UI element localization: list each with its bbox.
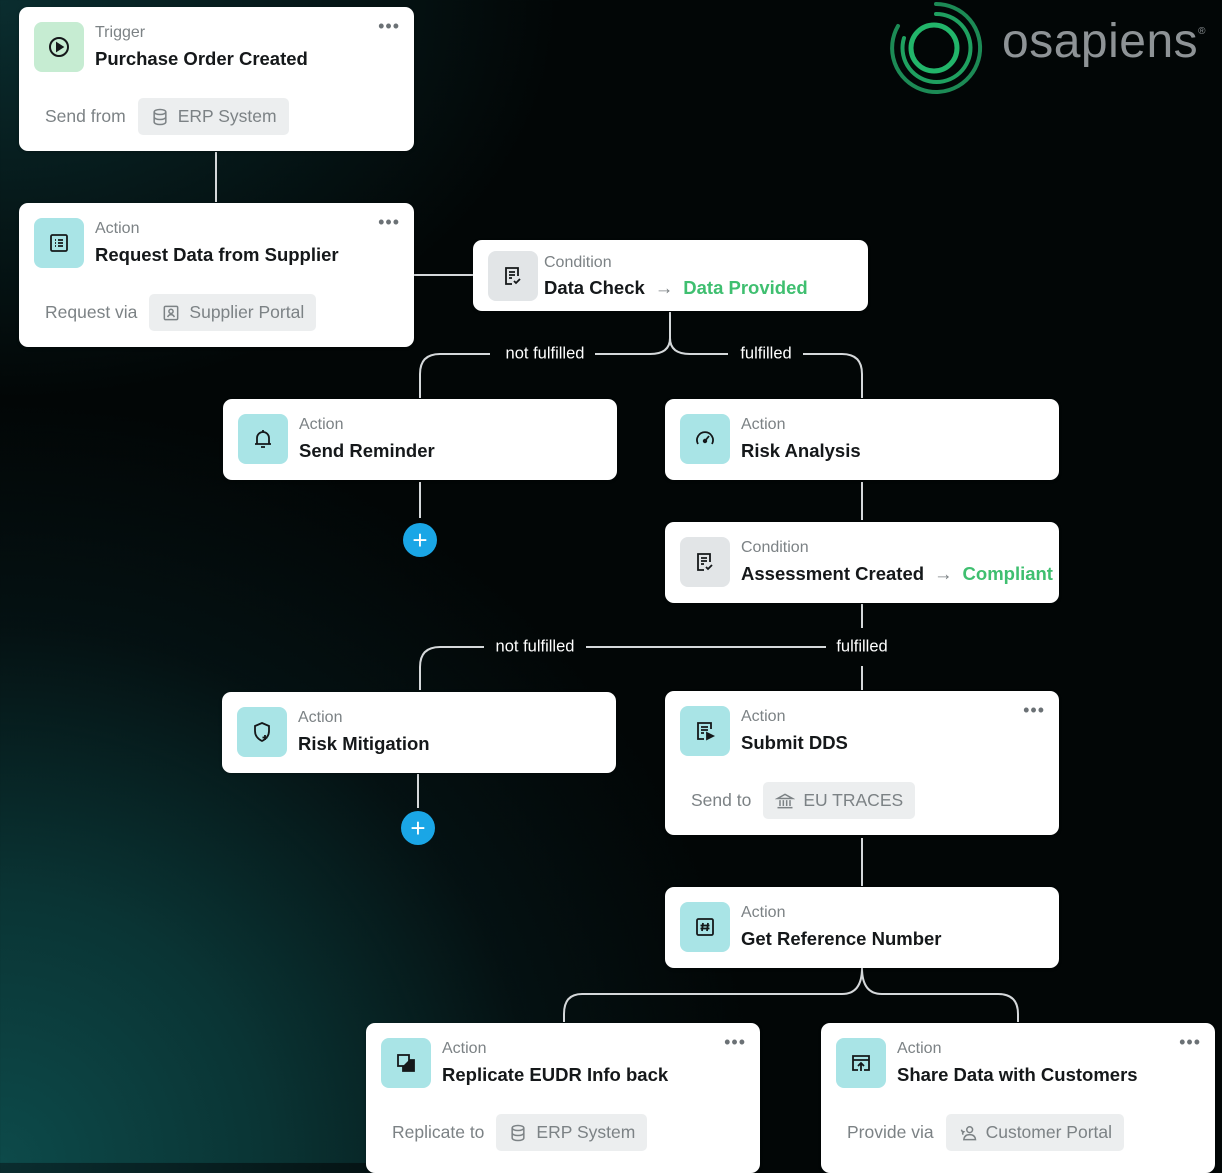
node-meta: Send to EU TRACES (691, 782, 916, 819)
node-title: Replicate EUDR Info back (442, 1064, 669, 1085)
node-title: Submit DDS (741, 732, 848, 753)
erp-system-pill[interactable]: ERP System (137, 98, 289, 135)
condition-outcome: Compliant (962, 563, 1053, 584)
node-kind: Action (741, 416, 786, 433)
erp-system-pill[interactable]: ERP System (496, 1114, 648, 1151)
node-title: Purchase Order Created (95, 48, 308, 69)
node-kind: Action (897, 1040, 942, 1057)
node-title: Request Data from Supplier (95, 244, 339, 265)
node-kind: Condition (741, 539, 809, 556)
more-options-icon[interactable]: ••• (724, 1033, 746, 1051)
database-icon (511, 1124, 526, 1141)
share-upload-icon (836, 1038, 886, 1088)
edge-label-not-fulfilled: not fulfilled (505, 344, 585, 363)
bell-icon (238, 414, 288, 464)
action-request-data-card[interactable]: Action Request Data from Supplier ••• Re… (19, 203, 414, 347)
supplier-portal-pill[interactable]: Supplier Portal (149, 294, 317, 331)
meta-label: Provide via (847, 1122, 934, 1142)
list-icon (34, 218, 84, 268)
more-options-icon[interactable]: ••• (1179, 1033, 1201, 1051)
customer-portal-pill[interactable]: Customer Portal (945, 1114, 1125, 1151)
edge-reference-split (563, 967, 1019, 1022)
meta-label: Request via (45, 302, 138, 322)
node-title: Assessment Created → Compliant (741, 563, 1053, 584)
meta-label: Replicate to (392, 1122, 485, 1142)
node-title: Get Reference Number (741, 928, 942, 949)
gauge-icon (680, 414, 730, 464)
customer-user-icon (960, 1125, 976, 1140)
node-meta: Send from ERP System (45, 98, 289, 135)
node-kind: Condition (544, 254, 612, 271)
database-icon (153, 108, 167, 125)
node-kind: Trigger (95, 24, 146, 41)
checklist-icon (488, 251, 538, 301)
shield-plus-icon (237, 707, 287, 757)
add-step-button[interactable]: + (401, 811, 435, 845)
meta-label: Send to (691, 790, 752, 810)
condition-outcome: Data Provided (683, 277, 808, 298)
action-submit-dds-card[interactable]: Action Submit DDS ••• Send to EU TRACES (665, 691, 1059, 835)
action-risk-analysis-card[interactable]: Action Risk Analysis (665, 399, 1059, 480)
add-step-button[interactable]: + (403, 523, 437, 557)
eu-traces-pill[interactable]: EU TRACES (763, 782, 916, 819)
brand-name: osapiens® (1002, 15, 1207, 68)
action-get-reference-number-card[interactable]: Action Get Reference Number (665, 887, 1059, 968)
copy-icon (381, 1038, 431, 1088)
node-kind: Action (442, 1040, 487, 1057)
edge-label-not-fulfilled: not fulfilled (495, 637, 575, 656)
more-options-icon[interactable]: ••• (378, 213, 400, 231)
osapiens-logo-icon (890, 2, 983, 94)
edge-label-fulfilled: fulfilled (740, 344, 792, 363)
condition-assessment-card[interactable]: Condition Assessment Created → Compliant (665, 522, 1059, 603)
node-kind: Action (741, 708, 786, 725)
node-kind: Action (95, 220, 140, 237)
hash-icon (680, 902, 730, 952)
node-meta: Provide via Customer Portal (847, 1114, 1125, 1151)
node-meta: Request via Supplier Portal (45, 294, 317, 331)
institution-icon (775, 792, 796, 808)
node-title: Data Check → Data Provided (544, 277, 808, 298)
node-title: Send Reminder (299, 440, 435, 461)
node-meta: Replicate to ERP System (392, 1114, 648, 1151)
node-title: Risk Mitigation (298, 733, 430, 754)
node-title: Risk Analysis (741, 440, 861, 461)
action-risk-mitigation-card[interactable]: Action Risk Mitigation (222, 692, 616, 773)
edge-label-fulfilled: fulfilled (836, 637, 888, 656)
action-replicate-eudr-card[interactable]: Action Replicate EUDR Info back ••• Repl… (366, 1023, 760, 1173)
trigger-purchase-order-card[interactable]: Trigger Purchase Order Created ••• Send … (19, 7, 414, 151)
more-options-icon[interactable]: ••• (1023, 701, 1045, 719)
portal-user-icon (164, 305, 179, 320)
edge-assess-not-fulfilled (419, 646, 826, 690)
send-doc-icon (680, 706, 730, 756)
more-options-icon[interactable]: ••• (378, 17, 400, 35)
meta-label: Send from (45, 106, 126, 126)
action-share-data-card[interactable]: Action Share Data with Customers ••• Pro… (821, 1023, 1215, 1173)
condition-data-check-card[interactable]: Condition Data Check → Data Provided (473, 240, 868, 311)
node-kind: Action (298, 709, 343, 726)
play-circle-icon (34, 22, 84, 72)
node-kind: Action (741, 904, 786, 921)
checklist-icon (680, 537, 730, 587)
node-kind: Action (299, 416, 344, 433)
action-send-reminder-card[interactable]: Action Send Reminder (223, 399, 617, 480)
node-title: Share Data with Customers (897, 1064, 1138, 1085)
